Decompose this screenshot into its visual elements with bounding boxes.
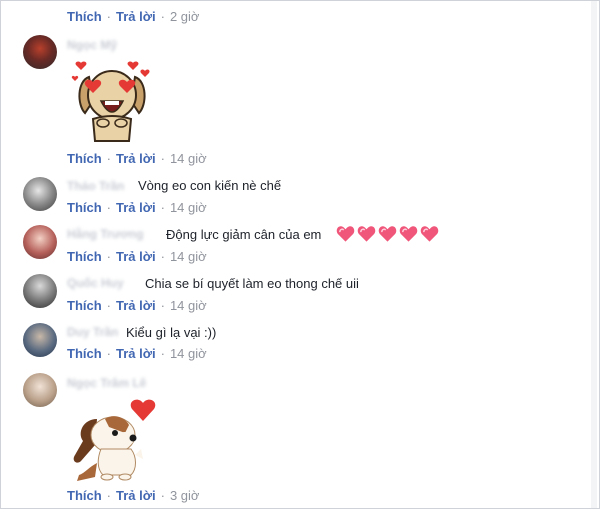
comment-actions: Thích · Trả lời · 14 giờ xyxy=(67,200,207,216)
comment-actions: Thích · Trả lời · 14 giờ xyxy=(67,249,207,265)
pink-heart-icon xyxy=(378,226,397,242)
like-link[interactable]: Thích xyxy=(67,200,102,215)
pink-heart-icon xyxy=(420,226,439,242)
avatar[interactable] xyxy=(23,225,57,259)
comment-actions: Thích · Trả lời · 14 giờ xyxy=(67,151,207,167)
like-link[interactable]: Thích xyxy=(67,488,102,503)
separator: · xyxy=(160,298,165,313)
timestamp[interactable]: 14 giờ xyxy=(170,249,207,264)
like-link[interactable]: Thích xyxy=(67,346,102,361)
comment-actions: Thích · Trả lời · 14 giờ xyxy=(67,298,207,314)
reply-link[interactable]: Trả lời xyxy=(116,346,156,361)
timestamp[interactable]: 14 giờ xyxy=(170,298,207,313)
commenter-name[interactable]: Quốc Huy xyxy=(67,276,141,290)
dog-with-heart-sticker xyxy=(67,397,163,483)
pink-heart-icon xyxy=(399,226,418,242)
comment-text: Động lực giảm cân của em xyxy=(166,227,322,242)
avatar[interactable] xyxy=(23,274,57,308)
reply-link[interactable]: Trả lời xyxy=(116,9,156,24)
separator: · xyxy=(160,249,165,264)
commenter-name[interactable]: Ngọc Trâm Lê xyxy=(67,376,179,390)
separator: · xyxy=(106,249,112,264)
avatar[interactable] xyxy=(23,35,57,69)
avatar[interactable] xyxy=(23,177,57,211)
separator: · xyxy=(106,346,112,361)
commenter-name[interactable]: Duy Trần xyxy=(67,325,123,339)
reply-link[interactable]: Trả lời xyxy=(116,151,156,166)
timestamp[interactable]: 2 giờ xyxy=(170,9,200,24)
separator: · xyxy=(160,488,165,503)
timestamp[interactable]: 14 giờ xyxy=(170,200,207,215)
comment-text: Vòng eo con kiến nè chế xyxy=(138,178,282,193)
reply-link[interactable]: Trả lời xyxy=(116,488,156,503)
separator: · xyxy=(106,151,112,166)
separator: · xyxy=(160,9,165,24)
separator: · xyxy=(160,346,165,361)
reply-link[interactable]: Trả lời xyxy=(116,298,156,313)
like-link[interactable]: Thích xyxy=(67,151,102,166)
comment-actions: Thích · Trả lời · 2 giờ xyxy=(67,9,199,25)
comment-text: Kiểu gì lạ vại :)) xyxy=(126,325,217,340)
separator: · xyxy=(106,9,112,24)
heart-eyes-dog-sticker xyxy=(71,57,153,143)
avatar[interactable] xyxy=(23,373,57,407)
like-link[interactable]: Thích xyxy=(67,249,102,264)
commenter-name[interactable]: Hằng Trương xyxy=(67,227,163,241)
timestamp[interactable]: 14 giờ xyxy=(170,151,207,166)
comment-text: Chia se bí quyết làm eo thong chế uii xyxy=(145,276,359,291)
pink-heart-icon xyxy=(336,226,355,242)
comment-actions: Thích · Trả lời · 3 giờ xyxy=(67,488,199,504)
scrollbar[interactable] xyxy=(591,1,597,508)
reply-link[interactable]: Trả lời xyxy=(116,249,156,264)
comment-thread: Thích · Trả lời · 2 giờ Ngọc Mỹ Thích · Trả lờ… xyxy=(0,0,600,509)
commenter-name[interactable]: Ngọc Mỹ xyxy=(67,38,133,52)
comment-actions: Thích · Trả lời · 14 giờ xyxy=(67,346,207,362)
reply-link[interactable]: Trả lời xyxy=(116,200,156,215)
like-link[interactable]: Thích xyxy=(67,298,102,313)
separator: · xyxy=(106,298,112,313)
separator: · xyxy=(160,151,165,166)
emoji-row xyxy=(336,225,441,245)
separator: · xyxy=(106,200,112,215)
avatar[interactable] xyxy=(23,323,57,357)
separator: · xyxy=(106,488,112,503)
commenter-name[interactable]: Thảo Trần xyxy=(67,179,131,193)
pink-heart-icon xyxy=(357,226,376,242)
like-link[interactable]: Thích xyxy=(67,9,102,24)
separator: · xyxy=(160,200,165,215)
timestamp[interactable]: 3 giờ xyxy=(170,488,200,503)
timestamp[interactable]: 14 giờ xyxy=(170,346,207,361)
